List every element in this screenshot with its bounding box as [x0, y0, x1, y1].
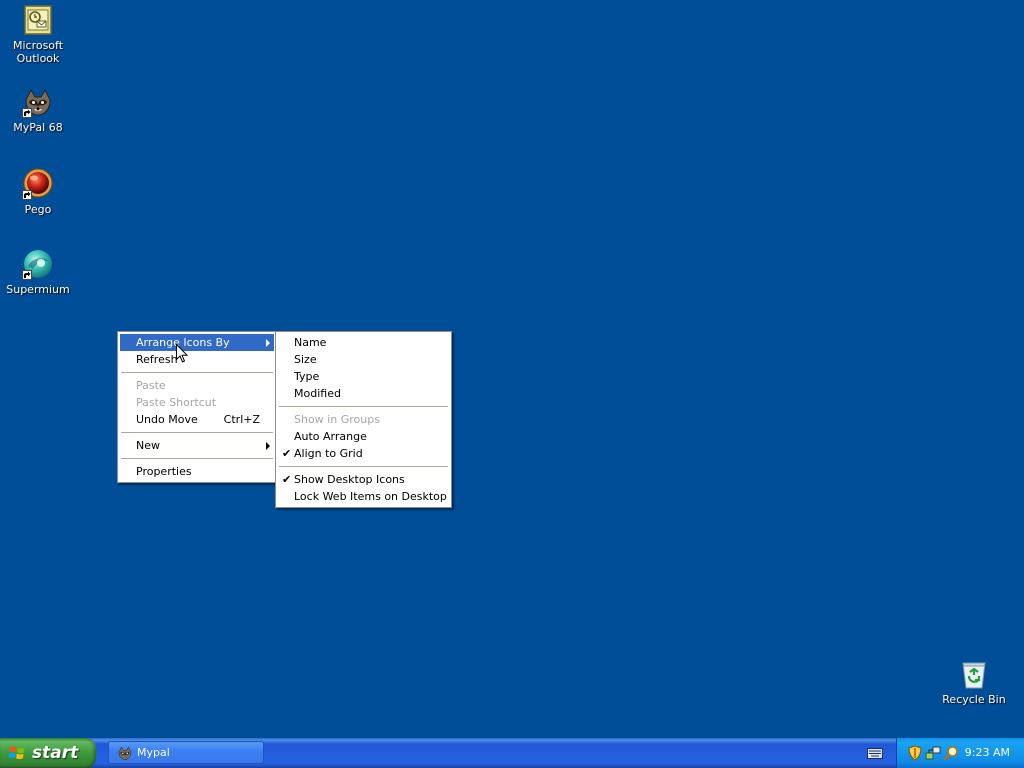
taskbar: start Mypal 9:23 AM	[0, 738, 1024, 768]
taskbar-button-mypal[interactable]: Mypal	[108, 741, 264, 764]
menu-separator	[279, 406, 448, 407]
outlook-icon	[22, 4, 54, 36]
menu-separator	[121, 432, 273, 433]
mouse-cursor-icon	[176, 343, 189, 366]
desktop-context-menu: Arrange Icons By Refresh Paste Paste Sho…	[117, 331, 277, 483]
desktop-icon-label: Microsoft Outlook	[12, 39, 64, 65]
desktop-icon-label: Supermium	[6, 283, 70, 296]
menu-item-undo-move[interactable]: Undo Move Ctrl+Z	[120, 411, 274, 428]
menu-separator	[121, 458, 273, 459]
desktop-icon-outlook[interactable]: Microsoft Outlook	[0, 4, 76, 65]
checkmark-icon: ✔	[282, 447, 292, 460]
submenu-arrow-icon	[266, 339, 270, 347]
menu-item-properties[interactable]: Properties	[120, 463, 274, 480]
pego-icon	[22, 168, 54, 200]
menu-item-label: Show Desktop Icons	[294, 473, 405, 486]
menu-item-label: Auto Arrange	[294, 430, 367, 443]
menu-item-label: Refresh	[136, 353, 178, 366]
network-icon[interactable]	[925, 745, 941, 761]
mypal-raccoon-icon	[118, 746, 132, 760]
search-icon[interactable]	[943, 745, 959, 761]
recycle-bin-icon	[958, 658, 990, 690]
supermium-icon	[22, 248, 54, 280]
desktop-icon-mypal[interactable]: MyPal 68	[0, 86, 76, 134]
menu-item-auto-arrange[interactable]: Auto Arrange	[278, 428, 449, 445]
menu-item-label: Paste Shortcut	[136, 396, 217, 409]
menu-item-label: Properties	[136, 465, 192, 478]
shortcut-arrow-icon	[22, 108, 32, 118]
menu-item-show-desktop-icons[interactable]: ✔ Show Desktop Icons	[278, 471, 449, 488]
menu-item-new[interactable]: New	[120, 437, 274, 454]
taskbar-button-label: Mypal	[137, 746, 170, 759]
desktop-icon-pego[interactable]: Pego	[0, 168, 76, 216]
system-tray: 9:23 AM	[896, 738, 1024, 768]
menu-item-show-in-groups: Show in Groups	[278, 411, 449, 428]
menu-item-paste: Paste	[120, 377, 274, 394]
desktop-icon-label: MyPal 68	[13, 121, 63, 134]
menu-item-label: Modified	[294, 387, 341, 400]
menu-item-label: Lock Web Items on Desktop	[294, 490, 447, 503]
menu-item-label: Paste	[136, 379, 166, 392]
menu-item-size[interactable]: Size	[278, 351, 449, 368]
arrange-icons-submenu: Name Size Type Modified Show in Groups A…	[275, 331, 452, 508]
desktop-icon-recycle-bin[interactable]: Recycle Bin	[936, 658, 1012, 706]
menu-item-label: Name	[294, 336, 327, 349]
menu-item-shortcut: Ctrl+Z	[223, 413, 260, 426]
clock: 9:23 AM	[964, 746, 1010, 759]
menu-item-modified[interactable]: Modified	[278, 385, 449, 402]
menu-separator	[279, 466, 448, 467]
checkmark-icon: ✔	[282, 473, 292, 486]
menu-item-paste-shortcut: Paste Shortcut	[120, 394, 274, 411]
menu-item-label: Undo Move	[136, 413, 198, 426]
desktop-icon-label: Pego	[24, 203, 52, 216]
keyboard-icon[interactable]	[867, 746, 883, 760]
menu-item-label: Align to Grid	[294, 447, 363, 460]
desktop-icon-supermium[interactable]: Supermium	[0, 248, 76, 296]
menu-item-label: New	[136, 439, 160, 452]
menu-item-type[interactable]: Type	[278, 368, 449, 385]
desktop[interactable]: Microsoft Outlook MyPal 68 Pego Supermiu…	[0, 0, 1024, 738]
menu-item-label: Size	[294, 353, 317, 366]
menu-item-label: Type	[294, 370, 320, 383]
security-shield-icon[interactable]	[907, 745, 923, 761]
windows-flag-icon	[9, 746, 25, 760]
menu-item-arrange-icons-by[interactable]: Arrange Icons By	[120, 334, 274, 351]
start-label: start	[32, 743, 79, 763]
shortcut-arrow-icon	[22, 190, 32, 200]
menu-item-refresh[interactable]: Refresh	[120, 351, 274, 368]
menu-item-lock-web-items[interactable]: Lock Web Items on Desktop	[278, 488, 449, 505]
submenu-arrow-icon	[266, 442, 270, 450]
menu-item-label: Show in Groups	[294, 413, 380, 426]
menu-item-name[interactable]: Name	[278, 334, 449, 351]
start-button[interactable]: start	[0, 738, 96, 768]
menu-item-align-to-grid[interactable]: ✔ Align to Grid	[278, 445, 449, 462]
shortcut-arrow-icon	[22, 270, 32, 280]
mypal-raccoon-icon	[22, 86, 54, 118]
desktop-icon-label: Recycle Bin	[942, 693, 1006, 706]
menu-separator	[121, 372, 273, 373]
